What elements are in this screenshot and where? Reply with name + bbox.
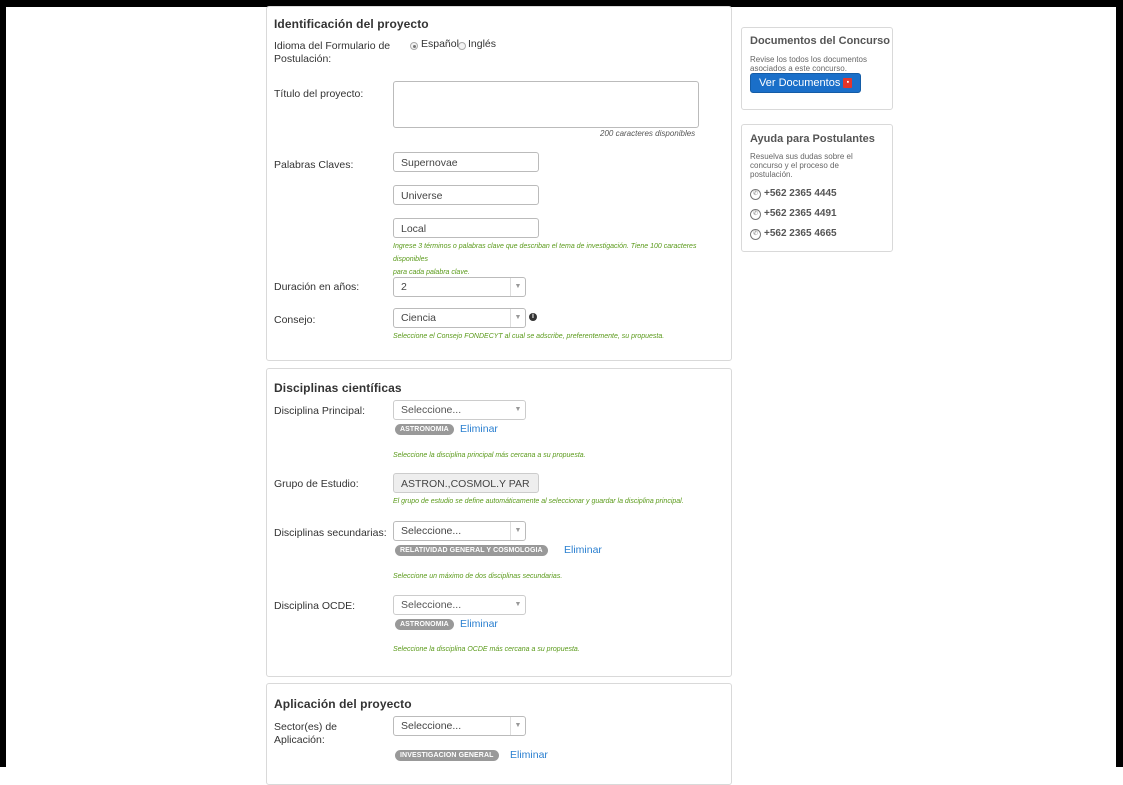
titulo-counter: 200 caracteres disponibles xyxy=(600,129,696,138)
chevron-down-icon: ▼ xyxy=(510,278,525,296)
ayuda-panel: Ayuda para Postulantes Resuelva sus duda… xyxy=(741,124,893,252)
phone-1[interactable]: ✆ +562 2365 4445 xyxy=(750,188,837,200)
duracion-value: 2 xyxy=(401,281,407,293)
grupo-label: Grupo de Estudio: xyxy=(274,478,359,490)
secundarias-label: Disciplinas secundarias: xyxy=(274,527,387,539)
duracion-select[interactable]: 2 ▼ xyxy=(393,277,526,297)
identificacion-panel: Identificación del proyecto Idioma del F… xyxy=(266,6,732,361)
section-title: Identificación del proyecto xyxy=(274,17,429,31)
ocde-select-value: Seleccione... xyxy=(401,599,462,611)
idioma-label: Idioma del Formulario de Postulación: xyxy=(274,40,391,65)
secundarias-remove-link[interactable]: Eliminar xyxy=(564,544,602,556)
consejo-select[interactable]: Ciencia ▼ xyxy=(393,308,526,328)
palabra-clave-1[interactable]: Supernovae xyxy=(393,152,539,172)
ver-documentos-label: Ver Documentos xyxy=(759,77,841,89)
pdf-icon: ▪ xyxy=(843,78,853,89)
chevron-down-icon: ▼ xyxy=(510,717,525,735)
phone-1-number: +562 2365 4445 xyxy=(764,188,837,199)
radio-espanol-label: Español xyxy=(421,38,459,50)
disciplinas-panel: Disciplinas científicas Disciplina Princ… xyxy=(266,368,732,677)
consejo-value: Ciencia xyxy=(401,312,437,324)
phone-icon: ✆ xyxy=(750,189,761,200)
consejo-label: Consejo: xyxy=(274,314,316,326)
secundarias-select[interactable]: Seleccione... ▼ xyxy=(393,521,526,541)
documentos-text: Revise los todos los documentos asociado… xyxy=(750,55,867,73)
titulo-label: Título del proyecto: xyxy=(274,88,364,100)
section-title: Aplicación del proyecto xyxy=(274,697,412,711)
phone-icon: ✆ xyxy=(750,229,761,240)
left-border xyxy=(0,0,6,767)
documentos-title: Documentos del Concurso xyxy=(750,35,890,47)
secundarias-help: Seleccione un máximo de dos disciplinas … xyxy=(393,573,563,580)
palabras-label: Palabras Claves: xyxy=(274,159,354,171)
ver-documentos-button[interactable]: Ver Documentos ▪ xyxy=(750,73,862,93)
sector-remove-link[interactable]: Eliminar xyxy=(510,749,548,761)
titulo-textarea[interactable] xyxy=(393,81,699,128)
ocde-select[interactable]: Seleccione... ▼ xyxy=(393,595,526,615)
phone-icon: ✆ xyxy=(750,209,761,220)
phone-3-number: +562 2365 4665 xyxy=(764,228,837,239)
radio-espanol[interactable] xyxy=(410,42,418,50)
sector-tag: INVESTIGACION GENERAL xyxy=(395,750,499,761)
chevron-down-icon: ▼ xyxy=(510,309,525,327)
radio-ingles-label: Inglés xyxy=(468,38,497,50)
ocde-label: Disciplina OCDE: xyxy=(274,600,356,612)
info-icon[interactable]: i xyxy=(529,313,537,321)
aplicacion-panel: Aplicación del proyecto Sector(es) de Ap… xyxy=(266,683,732,785)
palabra-clave-2[interactable]: Universe xyxy=(393,185,539,205)
consejo-help: Seleccione el Consejo FONDECYT al cual s… xyxy=(393,333,665,340)
ocde-remove-link[interactable]: Eliminar xyxy=(460,618,498,630)
palabra-clave-3[interactable]: Local xyxy=(393,218,539,238)
sector-select[interactable]: Seleccione... ▼ xyxy=(393,716,526,736)
chevron-down-icon: ▼ xyxy=(510,522,525,540)
duracion-label: Duración en años: xyxy=(274,281,360,293)
secundarias-tag: RELATIVIDAD GENERAL Y COSMOLOGIA xyxy=(395,545,548,556)
ocde-tag: ASTRONOMIA xyxy=(395,619,454,630)
principal-label: Disciplina Principal: xyxy=(274,405,366,417)
palabras-help-line1: Ingrese 3 términos o palabras clave que … xyxy=(393,243,697,263)
palabras-help-line2: para cada palabra clave. xyxy=(393,269,470,276)
phone-2-number: +562 2365 4491 xyxy=(764,208,837,219)
phone-2[interactable]: ✆ +562 2365 4491 xyxy=(750,208,837,220)
sector-label: Sector(es) de Aplicación: xyxy=(274,721,338,746)
ayuda-title: Ayuda para Postulantes xyxy=(750,133,875,145)
secundarias-select-value: Seleccione... xyxy=(401,525,462,537)
grupo-field: ASTRON.,COSMOL.Y PAR xyxy=(393,473,539,493)
principal-remove-link[interactable]: Eliminar xyxy=(460,423,498,435)
principal-tag: ASTRONOMIA xyxy=(395,424,454,435)
right-border xyxy=(1116,0,1123,767)
palabras-help: Ingrese 3 términos o palabras clave que … xyxy=(393,240,723,279)
ocde-help: Seleccione la disciplina OCDE más cercan… xyxy=(393,646,580,653)
phone-3[interactable]: ✆ +562 2365 4665 xyxy=(750,228,837,240)
section-title: Disciplinas científicas xyxy=(274,381,402,395)
sector-select-value: Seleccione... xyxy=(401,720,462,732)
ayuda-text: Resuelva sus dudas sobre el concurso y e… xyxy=(750,152,853,179)
chevron-down-icon: ▼ xyxy=(514,601,522,608)
principal-select[interactable]: Seleccione... ▼ xyxy=(393,400,526,420)
radio-ingles[interactable] xyxy=(458,42,466,50)
grupo-help: El grupo de estudio se define automática… xyxy=(393,498,684,505)
chevron-down-icon: ▼ xyxy=(514,406,522,413)
principal-help: Seleccione la disciplina principal más c… xyxy=(393,452,586,459)
documentos-panel: Documentos del Concurso Revise los todos… xyxy=(741,27,893,110)
principal-select-value: Seleccione... xyxy=(401,404,462,416)
